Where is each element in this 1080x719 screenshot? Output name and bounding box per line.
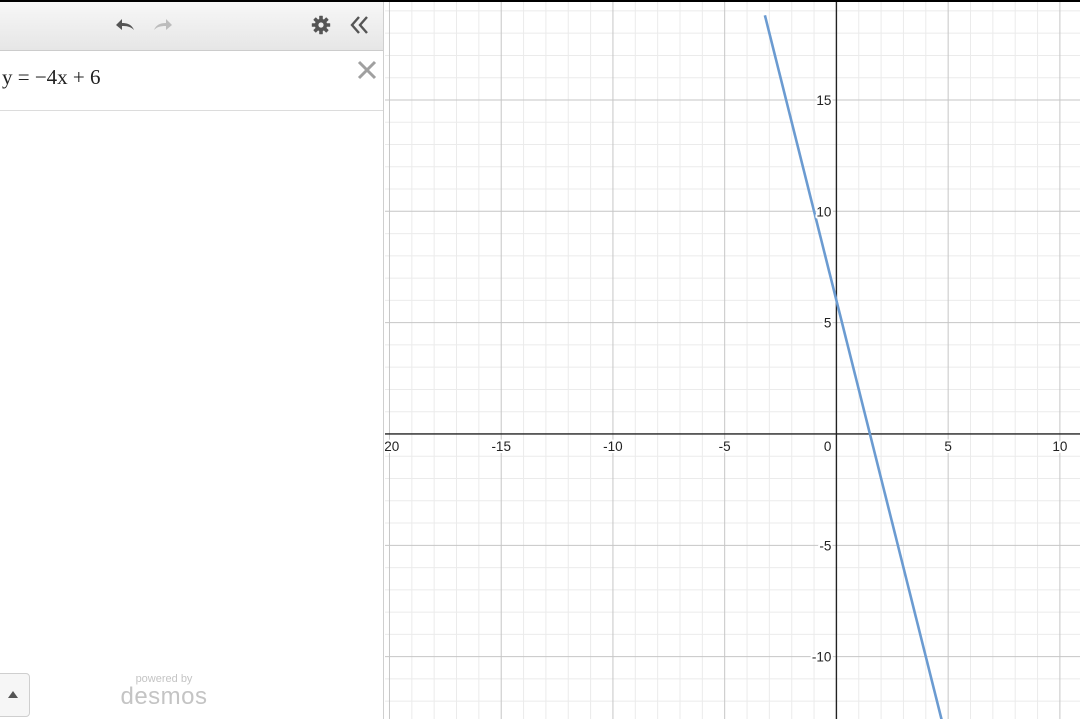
- y-tick-label: -10: [812, 650, 832, 665]
- keypad-toggle-button[interactable]: [0, 673, 30, 717]
- x-tick-label: 10: [1052, 439, 1067, 454]
- gear-icon: [311, 15, 331, 35]
- double-chevron-left-icon: [348, 14, 370, 36]
- tick-labels: -20 -15 -10 -5 0 5 10 -10 -5 5 10 15: [385, 91, 1069, 667]
- x-tick-label: -20: [385, 439, 399, 454]
- y-tick-label: 5: [824, 316, 832, 331]
- expression-toolbar: [0, 2, 383, 51]
- y-tick-label: 10: [816, 204, 831, 219]
- x-tick-label: 0: [824, 439, 832, 454]
- undo-icon: [113, 16, 137, 34]
- expression-input[interactable]: y = −4x + 6: [2, 65, 101, 90]
- x-tick-label: 5: [944, 439, 952, 454]
- expression-item[interactable]: y = −4x + 6: [0, 51, 383, 111]
- delete-expression-button[interactable]: [352, 55, 382, 85]
- x-tick-label: -5: [719, 439, 731, 454]
- expression-panel: y = −4x + 6 powered by desmos: [0, 2, 384, 719]
- x-tick-label: -10: [603, 439, 623, 454]
- y-tick-label: 15: [816, 93, 831, 108]
- minor-gridlines: [385, 2, 1080, 719]
- triangle-up-icon: [7, 686, 19, 704]
- collapse-panel-button[interactable]: [344, 10, 374, 40]
- settings-button[interactable]: [306, 10, 336, 40]
- x-tick-label: -15: [491, 439, 511, 454]
- powered-by-desmos: powered by desmos: [112, 674, 216, 709]
- redo-icon: [151, 16, 175, 34]
- undo-button[interactable]: [110, 10, 140, 40]
- major-gridlines: [385, 2, 1080, 719]
- graph-canvas[interactable]: -20 -15 -10 -5 0 5 10 -10 -5 5 10 15: [385, 2, 1080, 719]
- graph-area[interactable]: -20 -15 -10 -5 0 5 10 -10 -5 5 10 15: [385, 2, 1080, 719]
- y-tick-label: -5: [819, 538, 831, 553]
- axes: [385, 2, 1080, 719]
- app-frame: y = −4x + 6 powered by desmos 20 -15 -10…: [0, 0, 1080, 719]
- close-icon: [352, 60, 382, 89]
- desmos-logo: desmos: [120, 683, 208, 710]
- redo-button[interactable]: [148, 10, 178, 40]
